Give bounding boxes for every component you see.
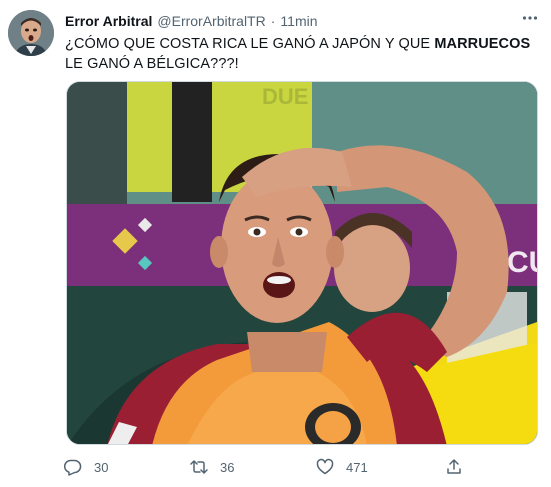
like-count: 471 [346, 459, 368, 475]
background-text: DUE [262, 84, 308, 109]
banner-text: CU [507, 246, 538, 279]
retweet-icon [190, 458, 208, 476]
reply-button[interactable]: 30 [64, 452, 108, 482]
more-options-button[interactable] [517, 9, 543, 31]
tweet-text-part1: ¿CÓMO QUE COSTA RICA LE GANÓ A JAPÓN Y Q… [65, 36, 435, 52]
retweet-count: 36 [220, 459, 235, 475]
avatar[interactable] [8, 10, 54, 56]
share-icon [445, 458, 463, 476]
share-button[interactable] [445, 452, 463, 482]
tweet-header: Error Arbitral @ErrorArbitralTR · 11min [65, 12, 318, 30]
like-button[interactable]: 471 [316, 452, 368, 482]
reply-icon [64, 458, 82, 476]
header-separator: · [270, 13, 276, 29]
tweet-actions: 30 36 471 [0, 452, 551, 482]
more-horizontal-icon [521, 9, 539, 32]
reply-count: 30 [94, 459, 109, 475]
heart-icon [316, 458, 334, 476]
retweet-button[interactable]: 36 [190, 452, 234, 482]
tweet-text: ¿CÓMO QUE COSTA RICA LE GANÓ A JAPÓN Y Q… [65, 34, 535, 74]
author-name[interactable]: Error Arbitral [65, 13, 152, 29]
tweet-timestamp[interactable]: 11min [280, 13, 317, 29]
tweet-card[interactable]: Error Arbitral @ErrorArbitralTR · 11min … [0, 0, 551, 487]
tweet-text-part2: LE GANÓ A BÉLGICA???! [65, 56, 239, 72]
tweet-media-photo[interactable]: DUE CU [66, 81, 538, 445]
author-handle[interactable]: @ErrorArbitralTR [157, 13, 265, 29]
tweet-text-bold: MARRUECOS [434, 36, 531, 52]
